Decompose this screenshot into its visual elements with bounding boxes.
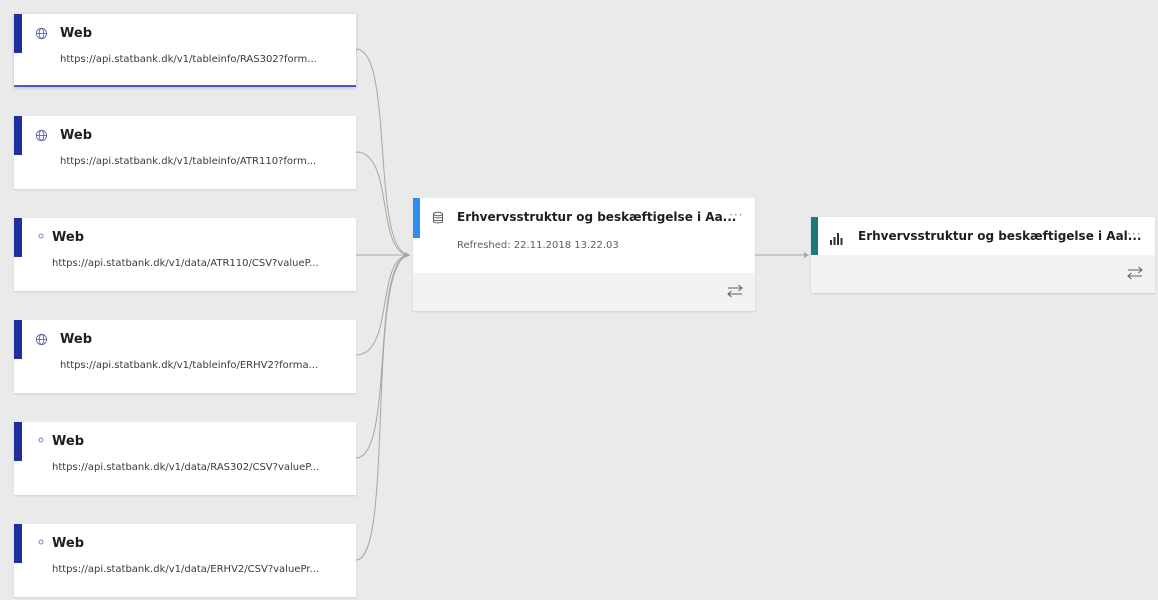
source-accent-bar [14,524,22,563]
report-card[interactable]: Erhvervsstruktur og beskæftigelse i Aal.… [811,217,1155,293]
lineage-canvas: Web https://api.statbank.dk/v1/tableinfo… [0,0,1158,600]
swap-arrows-icon[interactable] [1127,266,1143,283]
source-url: https://api.statbank.dk/v1/tableinfo/ATR… [60,156,317,167]
globe-icon [34,333,48,347]
dataset-card[interactable]: Erhvervsstruktur og beskæftigelse i Aa..… [413,198,755,311]
source-url: https://api.statbank.dk/v1/data/ATR110/C… [52,258,319,269]
connector-arrowhead [804,252,809,258]
source-url: https://api.statbank.dk/v1/data/RAS302/C… [52,462,320,473]
more-options-button[interactable]: ··· [729,208,743,222]
dataset-accent-bar [413,198,420,238]
source-title: Web [60,26,92,41]
source-url: https://api.statbank.dk/v1/data/ERHV2/CS… [52,564,320,575]
dot-icon [34,231,48,245]
source-title: Web [52,434,84,449]
report-title[interactable]: Erhvervsstruktur og beskæftigelse i Aal.… [858,229,1141,243]
connector-source-5 [355,254,411,459]
connector-source-1 [355,48,411,256]
more-options-button[interactable]: ··· [1127,227,1141,241]
source-title: Web [52,536,84,551]
globe-icon [34,129,48,143]
database-icon [432,210,444,224]
report-accent-bar [811,217,818,257]
globe-icon [34,27,48,41]
source-accent-bar [14,116,22,155]
source-accent-bar [14,14,22,53]
source-card-web-6[interactable]: Web https://api.statbank.dk/v1/data/ERHV… [14,524,356,597]
source-title: Web [60,332,92,347]
source-title: Web [60,128,92,143]
source-url: https://api.statbank.dk/v1/tableinfo/RAS… [60,54,317,65]
source-url: https://api.statbank.dk/v1/tableinfo/ERH… [60,360,319,371]
connector-source-4 [355,254,411,356]
bar-chart-icon [829,230,843,245]
source-card-web-4[interactable]: Web https://api.statbank.dk/v1/tableinfo… [14,320,356,393]
source-card-web-3[interactable]: Web https://api.statbank.dk/v1/data/ATR1… [14,218,356,291]
report-card-footer [811,255,1155,293]
source-accent-bar [14,422,22,461]
swap-arrows-icon[interactable] [727,284,743,301]
source-card-web-5[interactable]: Web https://api.statbank.dk/v1/data/RAS3… [14,422,356,495]
source-accent-bar [14,320,22,359]
source-title: Web [52,230,84,245]
source-card-web-2[interactable]: Web https://api.statbank.dk/v1/tableinfo… [14,116,356,189]
source-card-web-1[interactable]: Web https://api.statbank.dk/v1/tableinfo… [14,14,356,87]
dataset-card-footer [413,273,755,311]
dataset-title[interactable]: Erhvervsstruktur og beskæftigelse i Aa..… [457,210,736,224]
connector-source-2 [355,151,411,256]
source-accent-bar [14,218,22,257]
connector-arrowhead [405,252,410,258]
connector-source-6 [355,254,411,561]
dot-icon [34,537,48,551]
dot-icon [34,435,48,449]
dataset-refreshed: Refreshed: 22.11.2018 13.22.03 [457,240,619,251]
